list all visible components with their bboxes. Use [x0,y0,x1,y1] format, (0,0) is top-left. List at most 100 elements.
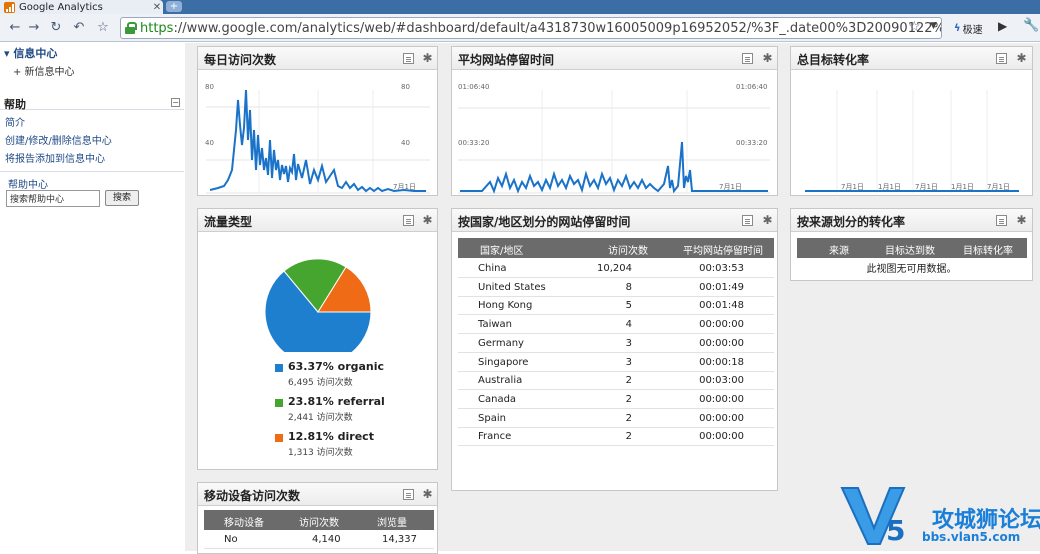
analytics-favicon-icon [4,1,15,13]
note-icon[interactable] [742,215,753,226]
browser-tab-bar: Google Analytics ✕ + [0,0,1040,14]
note-icon[interactable] [403,489,414,500]
logo-number: 5 [886,514,905,547]
column-visits[interactable]: 访问次数 [299,514,339,529]
gear-icon[interactable]: ✱ [422,488,433,500]
x-label: 7月1日 [987,183,1010,191]
help-link-intro[interactable]: 简介 [5,114,25,129]
help-link-manage[interactable]: 创建/修改/删除信息中心 [5,132,112,147]
widget-title: 按来源划分的转化率 [797,215,906,229]
cell-device: No [224,534,238,545]
collapse-help-icon[interactable]: − [171,98,180,107]
tab-title: Google Analytics [19,1,103,13]
new-dashboard-link[interactable]: + 新信息中心 [13,63,75,78]
cell-avg-time: 00:00:00 [699,393,744,405]
note-icon[interactable] [403,53,414,64]
gear-icon[interactable]: ✱ [1016,52,1027,64]
help-search-input[interactable] [6,190,100,207]
widget-source-conversion: 按来源划分的转化率 ✱ 来源 目标达到数 目标转化率 此视图无可用数据。 [790,208,1033,281]
back-icon[interactable]: ← [6,20,24,36]
cell-country: Taiwan [478,319,513,331]
gear-icon[interactable]: ✱ [422,214,433,226]
y-label-mid: 00:33:20 [458,139,489,147]
reload-icon[interactable]: ↻ [47,20,65,36]
y-label-mid-right: 40 [401,139,410,147]
cell-country: Germany [478,337,524,349]
gear-icon[interactable]: ✱ [1016,214,1027,226]
table-row: Spain 2 00:00:00 [458,409,774,428]
table-header: 国家/地区 访问次数 平均网站停留时间 [458,238,774,258]
dashboard-area: 每日访问次数 ✱ 80 40 80 40 7月1日 平均网站停留时间 ✱ 01:… [185,43,1040,554]
x-label: 1月1日 [951,183,974,191]
dropdown-arrow-icon[interactable]: ▼ [930,21,937,31]
legend-referral[interactable]: 23.81% referral [288,395,385,408]
help-center-link[interactable]: 帮助中心 [8,176,48,191]
gear-icon[interactable]: ✱ [762,52,773,64]
column-goal-rate[interactable]: 目标转化率 [963,242,1013,257]
v5-logo-icon: 5 [840,487,906,547]
favorite-star-icon[interactable]: ☆ [94,20,112,36]
play-icon[interactable]: ▶ [998,19,1007,33]
widget-avg-time: 平均网站停留时间 ✱ 01:06:40 00:33:20 01:06:40 00… [451,46,778,196]
cell-visits: 3 [625,337,632,349]
speed-mode-button[interactable]: ϟ 极速 [950,19,987,37]
cell-avg-time: 00:01:49 [699,281,744,293]
dashboard-section[interactable]: ▾ 信息中心 [4,45,57,61]
divider [0,171,184,172]
column-visits[interactable]: 访问次数 [608,242,648,257]
table-header: 来源 目标达到数 目标转化率 [797,238,1027,258]
cell-visits: 5 [625,300,632,312]
legend-direct[interactable]: 12.81% direct [288,430,374,443]
search-button[interactable]: 搜索 [105,190,139,206]
table-row: Canada 2 00:00:00 [458,390,774,409]
column-device[interactable]: 移动设备 [224,514,264,529]
cell-avg-time: 00:00:00 [699,431,744,443]
y-label-top-right: 01:06:40 [736,83,767,91]
cell-avg-time: 00:00:18 [699,356,744,368]
note-icon[interactable] [996,53,1007,64]
cell-visits: 2 [625,412,632,424]
browser-tab[interactable]: Google Analytics ✕ [0,0,163,14]
table-row: Singapore 3 00:00:18 [458,353,774,372]
x-label: 7月1日 [915,183,938,191]
x-label: 7月1日 [841,183,864,191]
column-pageviews[interactable]: 浏览量 [377,514,407,529]
undo-icon[interactable]: ↶ [70,20,88,36]
gear-icon[interactable]: ✱ [422,52,433,64]
widget-title: 流量类型 [204,215,253,229]
bookmark-star-icon[interactable]: ☆ [908,19,921,35]
cell-visits: 10,204 [597,263,632,274]
table-row: France 2 00:00:00 [458,427,774,447]
cell-avg-time: 00:00:00 [699,337,744,349]
widget-header: 移动设备访问次数 ✱ [198,483,437,506]
new-tab-button[interactable]: + [166,1,182,12]
widget-traffic-sources: 流量类型 ✱ 63.37% organic 6,495 访问次数 23.81% … [197,208,438,470]
note-icon[interactable] [403,215,414,226]
gear-icon[interactable]: ✱ [762,214,773,226]
column-goals[interactable]: 目标达到数 [885,242,935,257]
wrench-icon[interactable]: 🔧 [1023,18,1039,33]
column-source[interactable]: 来源 [829,242,849,257]
widget-title: 总目标转化率 [797,53,870,67]
cell-country: China [478,263,507,274]
legend-organic[interactable]: 63.37% organic [288,360,384,373]
widget-title: 按国家/地区划分的网站停留时间 [458,215,631,229]
table-row: United States 8 00:01:49 [458,278,774,297]
column-avg-time[interactable]: 平均网站停留时间 [683,242,763,257]
note-icon[interactable] [742,53,753,64]
legend-referral-visits: 2,441 访问次数 [288,413,353,423]
widget-header: 按来源划分的转化率 ✱ [791,209,1032,232]
cell-visits: 8 [625,281,632,293]
cell-avg-time: 00:01:48 [699,300,744,312]
help-link-add-report[interactable]: 将报告添加到信息中心 [5,150,105,165]
widget-header: 流量类型 ✱ [198,209,437,232]
legend-swatch-referral [275,399,283,407]
legend-swatch-direct [275,434,283,442]
address-bar[interactable]: https://www.google.com/analytics/web/#da… [120,17,942,39]
column-country[interactable]: 国家/地区 [480,242,523,257]
forward-icon[interactable]: → [25,20,43,36]
widget-title: 每日访问次数 [204,53,277,67]
url-scheme: https [140,20,174,36]
note-icon[interactable] [996,215,1007,226]
close-tab-icon[interactable]: ✕ [151,2,163,13]
